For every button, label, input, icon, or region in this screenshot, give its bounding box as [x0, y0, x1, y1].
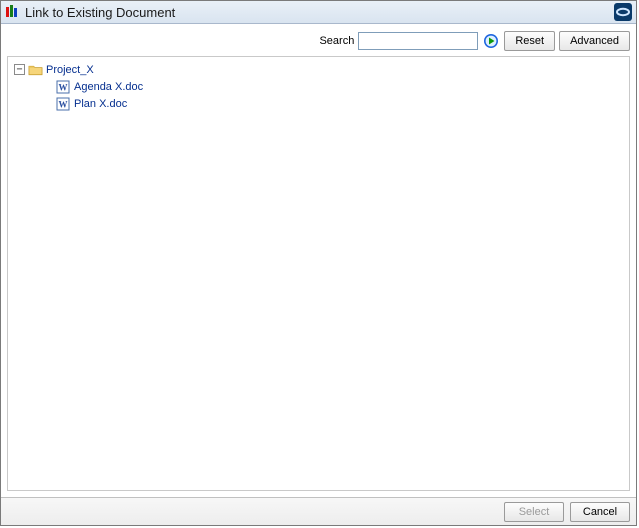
- dialog-window: Link to Existing Document Search Reset A…: [0, 0, 637, 526]
- reset-button[interactable]: Reset: [504, 31, 555, 51]
- svg-text:W: W: [59, 99, 68, 109]
- title-bar: Link to Existing Document: [1, 1, 636, 24]
- document-tree: − Project_X W Agenda X.doc: [7, 56, 630, 491]
- word-doc-icon: W: [56, 97, 71, 111]
- brand-icon: [614, 3, 632, 21]
- search-label: Search: [319, 35, 354, 47]
- cancel-button[interactable]: Cancel: [570, 502, 630, 522]
- tree-file-label[interactable]: Plan X.doc: [74, 98, 127, 110]
- dialog-title: Link to Existing Document: [25, 5, 175, 20]
- word-doc-icon: W: [56, 80, 71, 94]
- tree-folder-row: − Project_X: [10, 61, 627, 78]
- search-go-button[interactable]: [482, 32, 500, 50]
- tree-folder-label[interactable]: Project_X: [46, 64, 94, 76]
- dialog-content: Search Reset Advanced −: [1, 24, 636, 497]
- search-bar: Search Reset Advanced: [7, 30, 630, 52]
- app-icon: [5, 4, 21, 20]
- svg-text:W: W: [59, 82, 68, 92]
- select-button[interactable]: Select: [504, 502, 564, 522]
- tree-file-label[interactable]: Agenda X.doc: [74, 81, 143, 93]
- tree-file-row: W Plan X.doc: [10, 95, 627, 112]
- folder-icon: [28, 63, 43, 77]
- tree-file-row: W Agenda X.doc: [10, 78, 627, 95]
- advanced-button[interactable]: Advanced: [559, 31, 630, 51]
- search-input[interactable]: [358, 32, 478, 50]
- dialog-footer: Select Cancel: [1, 497, 636, 525]
- go-icon: [483, 33, 499, 49]
- tree-collapse-toggle[interactable]: −: [14, 64, 25, 75]
